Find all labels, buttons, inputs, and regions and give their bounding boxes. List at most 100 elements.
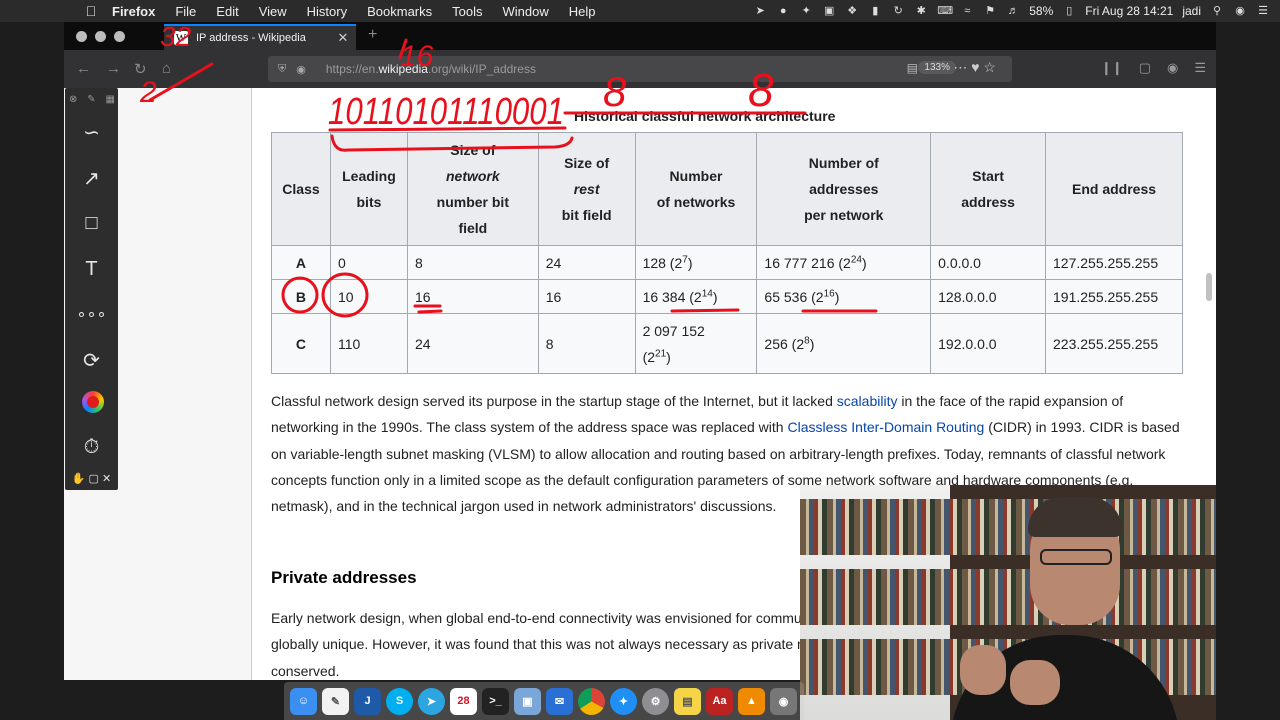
timer-icon[interactable]: ⏱ bbox=[65, 436, 118, 459]
search-icon[interactable]: ⚲ bbox=[1210, 5, 1224, 17]
scrollbar[interactable] bbox=[1206, 273, 1212, 301]
tab-bar: W IP address - Wikipedia ✕ + bbox=[64, 22, 1216, 50]
menu-app-firefox[interactable]: Firefox bbox=[100, 4, 165, 19]
notification-center-icon[interactable]: ☰ bbox=[1256, 5, 1270, 17]
cell-rest-bits: 24 bbox=[537, 245, 636, 280]
lock-icon[interactable]: ◉ bbox=[296, 63, 306, 76]
volume-icon[interactable]: ♬ bbox=[1006, 5, 1020, 17]
forward-icon[interactable]: → bbox=[106, 60, 121, 77]
wikipedia-favicon: W bbox=[174, 31, 188, 45]
palette-handles: ⊗ ✎ ▦ bbox=[69, 94, 115, 105]
menu-view[interactable]: View bbox=[249, 4, 297, 19]
close-tab-icon[interactable]: ✕ bbox=[336, 30, 350, 46]
bookshelf-middle bbox=[800, 555, 1216, 625]
library-icon[interactable]: ❙❙ bbox=[1101, 60, 1123, 76]
pin-icon[interactable]: ✦ bbox=[799, 5, 813, 17]
close-palette-icon[interactable]: ⊗ bbox=[69, 94, 77, 105]
menu-edit[interactable]: Edit bbox=[206, 4, 248, 19]
back-icon[interactable]: ← bbox=[76, 60, 91, 77]
undo-icon[interactable]: ⟳ bbox=[65, 348, 118, 373]
close-window-button[interactable] bbox=[76, 31, 87, 42]
menu-file[interactable]: File bbox=[165, 4, 206, 19]
reader-view-icon[interactable]: ▤ bbox=[907, 61, 918, 75]
table-row-c: C 110 24 8 2 097 152 (221) 256 (28) 192.0… bbox=[271, 313, 1183, 374]
jetbrains-icon[interactable]: J bbox=[354, 687, 381, 715]
toolbar-right: ❙❙ ▢ ◉ ☰ bbox=[1101, 60, 1206, 76]
header-rest-field: Size of rest bit field bbox=[537, 132, 636, 246]
menu-bookmarks[interactable]: Bookmarks bbox=[357, 4, 442, 19]
account-icon[interactable]: ◉ bbox=[1167, 60, 1178, 76]
safari-icon[interactable]: ✦ bbox=[610, 687, 637, 715]
palette-footer-icons[interactable]: ✋ ▢ ✕ bbox=[65, 472, 118, 485]
wifi-icon[interactable]: ≈ bbox=[960, 5, 974, 17]
thunderbird-icon[interactable]: ✉ bbox=[546, 687, 573, 715]
skype-icon[interactable]: S bbox=[386, 687, 413, 715]
tab-ip-address[interactable]: W IP address - Wikipedia ✕ bbox=[164, 24, 356, 50]
user-name[interactable]: jadi bbox=[1182, 4, 1201, 18]
keyboard-icon[interactable]: ⌨ bbox=[937, 5, 953, 17]
dropbox-icon[interactable]: ❖ bbox=[845, 5, 859, 17]
rectangle-icon[interactable]: □ bbox=[65, 212, 118, 235]
bookmark-icon[interactable]: ▮ bbox=[868, 5, 882, 17]
cell-class: A bbox=[271, 245, 331, 280]
link-cidr[interactable]: Classless Inter-Domain Routing bbox=[787, 419, 984, 435]
menu-tools[interactable]: Tools bbox=[442, 4, 492, 19]
vlc-icon[interactable]: ▲ bbox=[738, 687, 765, 715]
cell-class: B bbox=[271, 279, 331, 314]
color-wheel-icon[interactable] bbox=[82, 391, 104, 413]
send-icon[interactable]: ➤ bbox=[753, 5, 767, 17]
cell-networks: 16 384 (214) bbox=[634, 279, 758, 314]
link-scalability[interactable]: scalability bbox=[837, 393, 898, 409]
zoom-level[interactable]: 133% bbox=[918, 61, 956, 74]
sidebar-icon[interactable]: ▢ bbox=[1139, 60, 1151, 76]
flag-icon[interactable]: ⚑ bbox=[983, 5, 997, 17]
menu-window[interactable]: Window bbox=[493, 4, 559, 19]
new-tab-icon[interactable]: + bbox=[368, 26, 377, 44]
telegram-icon[interactable]: ➤ bbox=[418, 687, 445, 715]
cell-start-address: 192.0.0.0 bbox=[930, 313, 1046, 374]
navigation-bar: ← → ↻ ⌂ ⛨ ◉ https://en.wikipedia.org/wik… bbox=[64, 50, 1216, 88]
cell-leading-bits: 110 bbox=[329, 313, 408, 374]
siri-icon[interactable]: ◉ bbox=[1233, 5, 1247, 17]
shield-icon[interactable]: ⛨ bbox=[278, 63, 286, 76]
arrow-icon[interactable]: ↗ bbox=[65, 166, 118, 191]
zoom-window-button[interactable] bbox=[114, 31, 125, 42]
presenter-hand-right bbox=[1010, 660, 1060, 705]
textedit-icon[interactable]: ✎ bbox=[322, 687, 349, 715]
link-icon[interactable]: ∘∘∘ bbox=[65, 304, 118, 324]
cell-end-address: 127.255.255.255 bbox=[1045, 245, 1183, 280]
url-text[interactable]: https://en.wikipedia.org/wiki/IP_address bbox=[326, 62, 536, 76]
clock[interactable]: Fri Aug 28 14:21 bbox=[1085, 4, 1173, 18]
cell-start-address: 0.0.0.0 bbox=[930, 245, 1046, 280]
sync-icon[interactable]: ↻ bbox=[891, 5, 905, 17]
table-caption: Historical classful network architecture bbox=[574, 108, 836, 124]
preview-icon[interactable]: ▣ bbox=[514, 687, 541, 715]
pen-icon[interactable]: ∽ bbox=[65, 120, 118, 145]
grid-icon[interactable]: ▦ bbox=[106, 94, 115, 105]
dictionary-icon[interactable]: Aa bbox=[706, 687, 733, 715]
finder-icon[interactable]: ☺ bbox=[290, 687, 317, 715]
vpn-icon[interactable]: ● bbox=[776, 5, 790, 17]
pencil-settings-icon[interactable]: ✎ bbox=[87, 94, 95, 105]
bluetooth-icon[interactable]: ✱ bbox=[914, 5, 928, 17]
apple-icon[interactable]:  bbox=[82, 3, 100, 19]
cell-start-address: 128.0.0.0 bbox=[930, 279, 1046, 314]
screen-capture-icon[interactable]: ▣ bbox=[822, 5, 836, 17]
page-actions-icon[interactable]: ⋯ ♥ ☆ bbox=[953, 59, 996, 76]
chrome-icon[interactable] bbox=[578, 687, 605, 715]
calendar-icon[interactable]: 28 bbox=[450, 687, 477, 715]
stickies-icon[interactable]: ▤ bbox=[674, 687, 701, 715]
home-icon[interactable]: ⌂ bbox=[162, 60, 171, 77]
minimize-window-button[interactable] bbox=[95, 31, 106, 42]
menu-icon[interactable]: ☰ bbox=[1194, 60, 1206, 76]
reload-icon[interactable]: ↻ bbox=[134, 60, 147, 78]
keynote-icon[interactable]: ◉ bbox=[770, 687, 797, 715]
battery-percent[interactable]: 58% bbox=[1029, 4, 1053, 18]
terminal-icon[interactable]: >_ bbox=[482, 687, 509, 715]
current-color bbox=[87, 396, 99, 408]
menu-help[interactable]: Help bbox=[559, 4, 606, 19]
text-icon[interactable]: T bbox=[65, 258, 118, 281]
menu-history[interactable]: History bbox=[297, 4, 357, 19]
system-preferences-icon[interactable]: ⚙ bbox=[642, 687, 669, 715]
url-bar[interactable]: ⛨ ◉ https://en.wikipedia.org/wiki/IP_add… bbox=[268, 56, 1012, 82]
